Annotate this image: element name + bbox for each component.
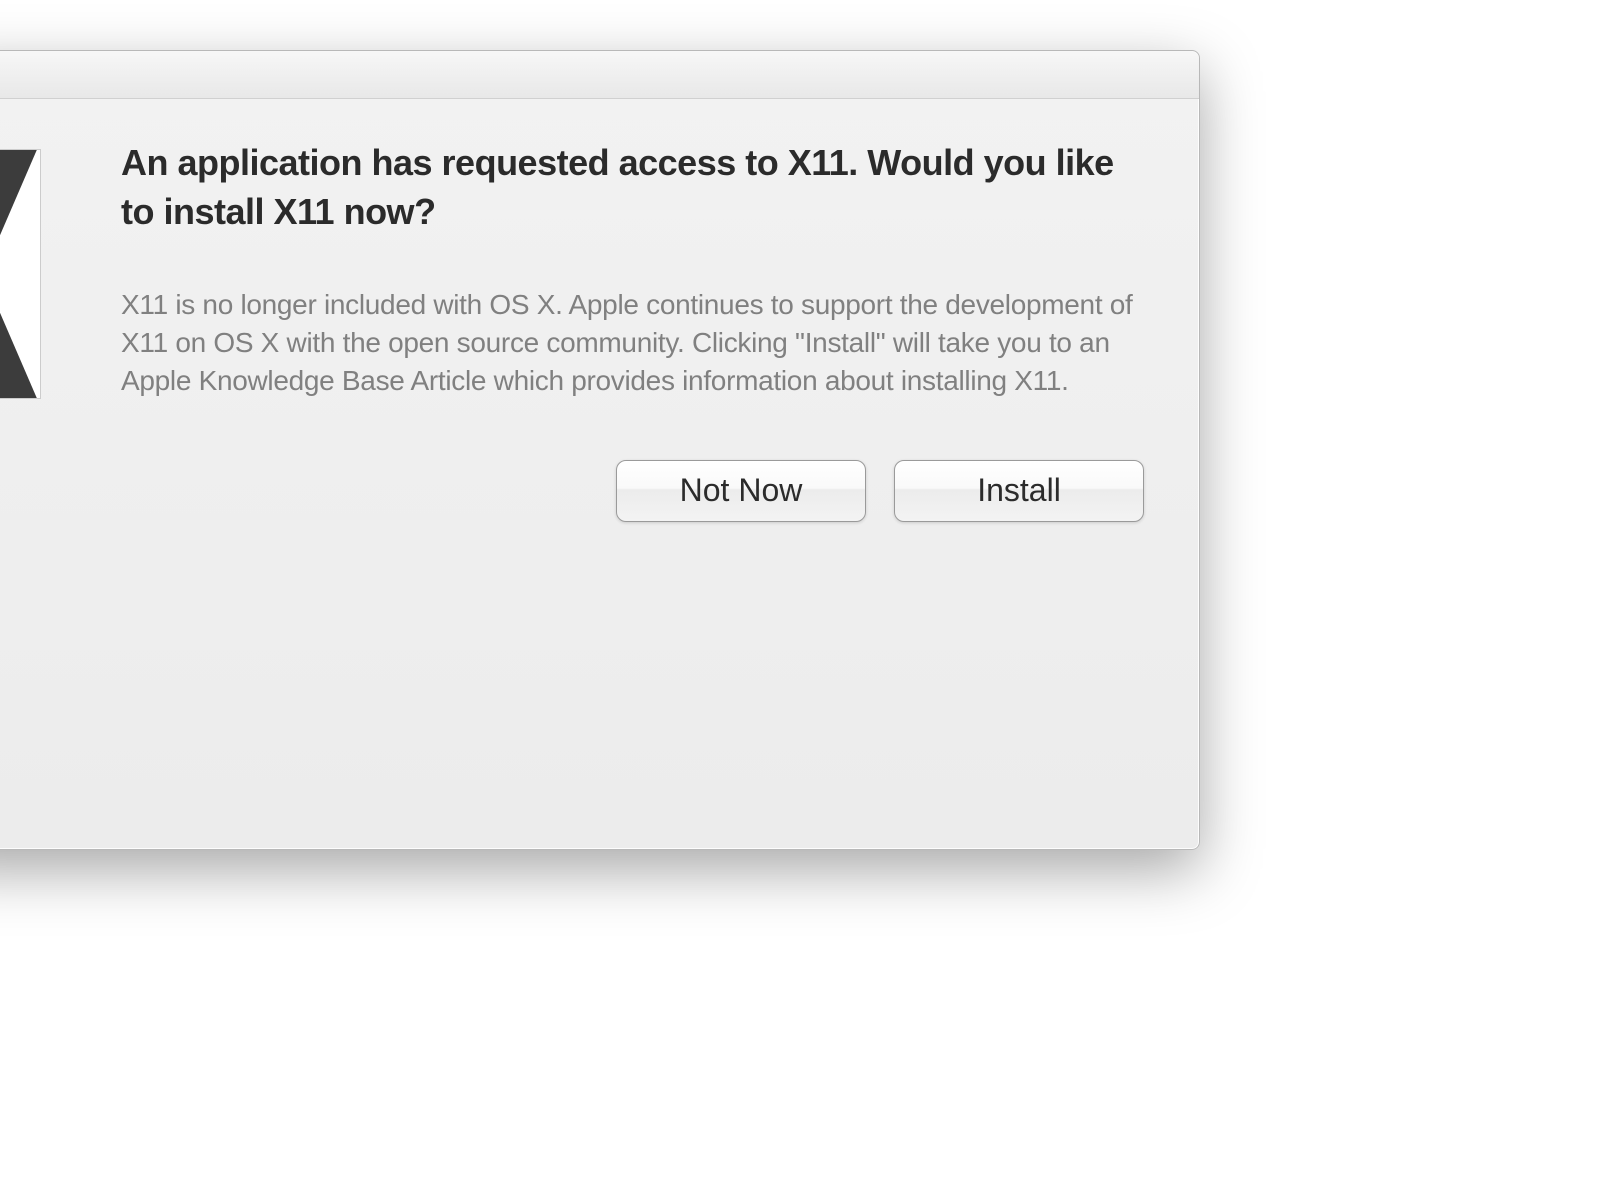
dialog-body-text: X11 is no longer included with OS X. App…: [121, 286, 1149, 399]
x11-install-dialog: An application has requested access to X…: [0, 50, 1200, 850]
dialog-button-row: Not Now Install: [0, 430, 1199, 572]
not-now-button[interactable]: Not Now: [616, 460, 866, 522]
install-button[interactable]: Install: [894, 460, 1144, 522]
dialog-titlebar[interactable]: [0, 51, 1199, 99]
dialog-heading: An application has requested access to X…: [121, 139, 1149, 236]
dialog-icon-column: [0, 139, 101, 400]
dialog-text-column: An application has requested access to X…: [101, 139, 1149, 400]
dialog-content: An application has requested access to X…: [0, 99, 1199, 430]
x11-icon: [0, 149, 41, 399]
